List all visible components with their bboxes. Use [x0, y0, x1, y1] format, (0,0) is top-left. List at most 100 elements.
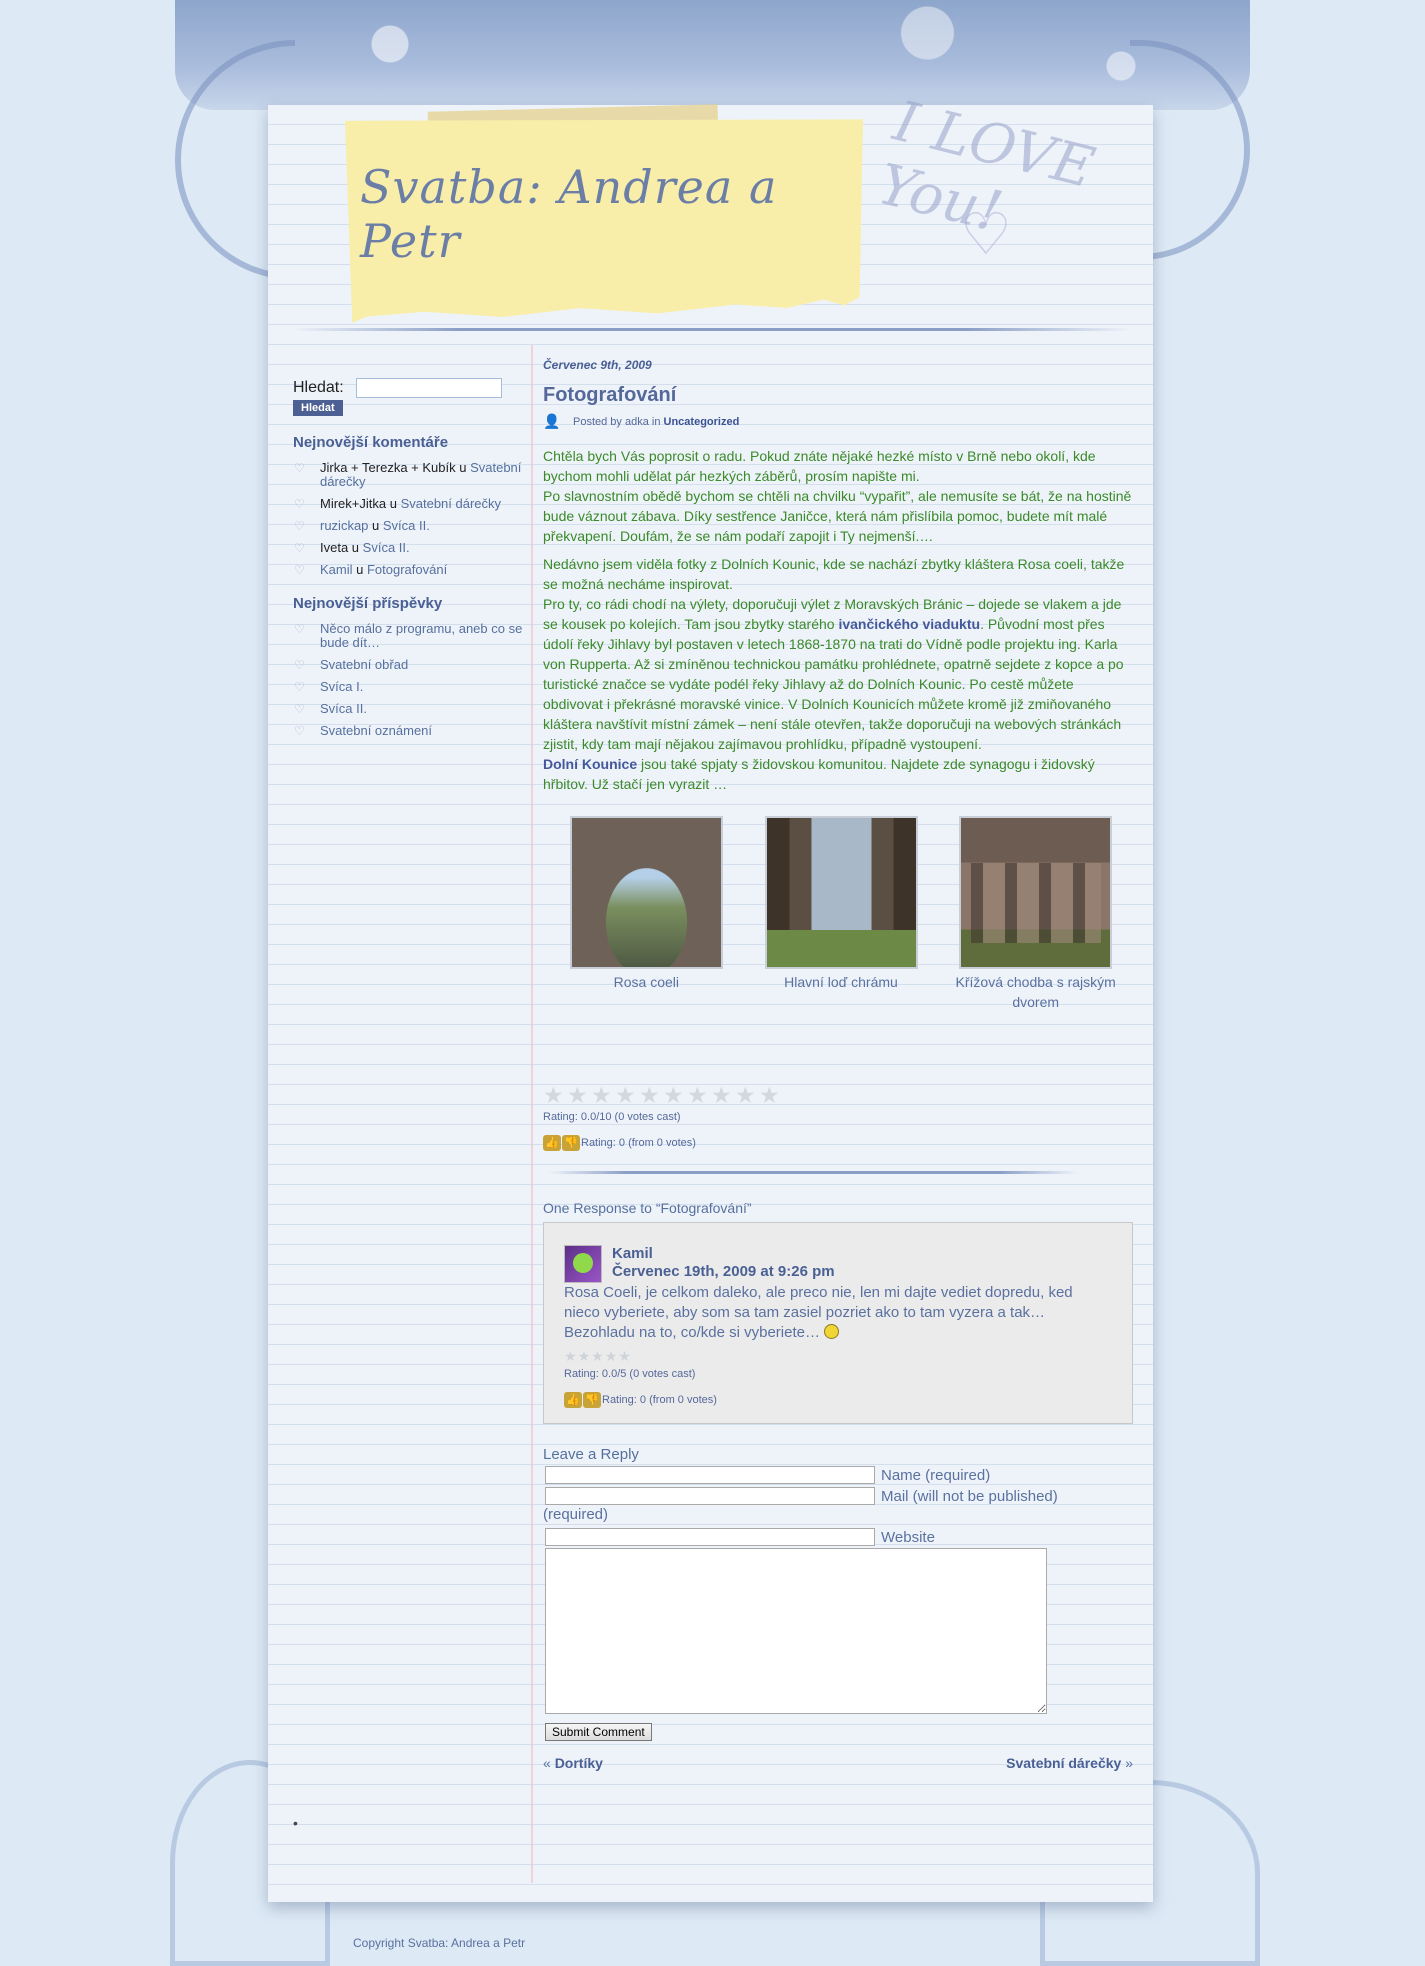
comment-date[interactable]: Červenec 19th, 2009 at 9:26 pm [612, 1263, 835, 1281]
star-icon[interactable]: ★ [663, 1084, 686, 1107]
heart-bullet-icon: ♡ [294, 541, 305, 555]
post-text: Po slavnostním obědě bychom se chtěli na… [543, 488, 1132, 544]
post-date: Červenec 9th, 2009 [543, 358, 652, 372]
recent-comments-list: ♡ Jirka + Terezka + Kubík u Svatební dáre… [293, 461, 523, 578]
comment-post-link[interactable]: Svíca II. [363, 540, 410, 555]
comment-author[interactable]: Kamil [612, 1245, 835, 1263]
thumbs-down-icon[interactable]: 👎 [583, 1392, 601, 1408]
mail-field[interactable] [545, 1487, 875, 1505]
search-input[interactable] [355, 378, 502, 398]
star-icon[interactable]: ★ [591, 1349, 604, 1363]
reply-heading: Leave a Reply [543, 1446, 639, 1463]
separator: u [368, 518, 383, 533]
heart-bullet-icon: ♡ [294, 622, 305, 636]
gallery-photo-nave[interactable] [764, 816, 918, 969]
comment-star-rating: ★ ★ ★ ★ ★ [564, 1349, 1112, 1363]
thumbs-up-icon[interactable]: 👍 [543, 1135, 561, 1151]
next-post: Svatební dárečky » [1006, 1755, 1133, 1771]
post-title[interactable]: Fotografování [543, 384, 1133, 407]
comment-thumbs-text: Rating: 0 (from 0 votes) [602, 1394, 717, 1406]
thumbs-down-icon[interactable]: 👎 [562, 1135, 580, 1151]
gallery-caption: Křížová chodba s rajským dvorem [955, 974, 1116, 1010]
comment-textarea[interactable] [545, 1548, 1047, 1714]
thumbs-rating-text: Rating: 0 (from 0 votes) [581, 1137, 696, 1149]
heart-bullet-icon: ♡ [294, 519, 305, 533]
post-body: Chtěla bych Vás poprosit o radu. Pokud z… [543, 446, 1133, 794]
comment-thumb-rating: 👍 👎 Rating: 0 (from 0 votes) [564, 1392, 1112, 1408]
comment-author: Jirka + Terezka + Kubík [320, 460, 456, 475]
search-button[interactable]: Hledat [293, 400, 343, 416]
recent-comments-heading: Nejnovější komentáře [293, 434, 449, 451]
list-item: ♡ Něco málo z programu, aneb co se bude d… [293, 622, 523, 650]
star-icon[interactable]: ★ [687, 1084, 710, 1107]
star-icon[interactable]: ★ [567, 1084, 590, 1107]
recent-post-link[interactable]: Svatební oznámení [320, 723, 432, 738]
heart-bullet-icon: ♡ [294, 563, 305, 577]
heart-bullet-icon: ♡ [294, 461, 305, 475]
star-icon[interactable]: ★ [639, 1084, 662, 1107]
recent-post-link[interactable]: Svíca I. [320, 679, 363, 694]
heart-bullet-icon: ♡ [294, 658, 305, 672]
prev-arrow: « [543, 1755, 551, 1771]
stray-dot: • [293, 1815, 298, 1831]
comment-author: Iveta [320, 540, 349, 555]
separator: u [352, 562, 367, 577]
recent-post-link[interactable]: Svíca II. [320, 701, 367, 716]
gallery-photo-cloister[interactable] [959, 816, 1113, 969]
star-icon[interactable]: ★ [618, 1349, 631, 1363]
thumb-rating: 👍 👎 Rating: 0 (from 0 votes) [543, 1135, 1133, 1151]
star-icon[interactable]: ★ [605, 1349, 618, 1363]
star-icon[interactable]: ★ [591, 1084, 614, 1107]
post-navigation: « Dortíky Svatební dárečky » [543, 1755, 1133, 1771]
site-title[interactable]: Svatba: Andrea a Petr [360, 160, 860, 268]
star-icon[interactable]: ★ [543, 1084, 566, 1107]
header-decoration [175, 0, 1250, 110]
sidebar: Hledat: Hledat Nejnovější komentáře ♡ Jir… [293, 378, 523, 746]
prev-post-link[interactable]: Dortíky [555, 1755, 603, 1771]
mail-field-row: Mail (will not be published) [543, 1487, 1133, 1505]
comment-author: Mirek+Jitka [320, 496, 387, 511]
list-item: ♡ Svíca II. [293, 701, 523, 717]
separator: u [455, 460, 471, 475]
list-item: ♡ Iveta u Svíca II. [293, 540, 523, 556]
heart-bullet-icon: ♡ [294, 702, 305, 716]
gallery-item: Křížová chodba s rajským dvorem [938, 816, 1133, 1012]
star-icon[interactable]: ★ [759, 1084, 782, 1107]
recent-post-link[interactable]: Něco málo z programu, aneb co se bude dí… [320, 621, 522, 650]
header-divider [292, 328, 1132, 331]
dolni-kounice-link[interactable]: Dolní Kounice [543, 756, 637, 772]
list-item: ♡ Svatební oznámení [293, 723, 523, 739]
comment-author-link[interactable]: ruzickap [320, 518, 368, 533]
heart-bullet-icon: ♡ [294, 680, 305, 694]
star-icon[interactable]: ★ [564, 1349, 577, 1363]
list-item: ♡ Jirka + Terezka + Kubík u Svatební dáre… [293, 461, 523, 489]
responses-heading: One Response to “Fotografování” [543, 1200, 752, 1216]
comment-post-link[interactable]: Fotografování [367, 562, 447, 577]
thumbs-up-icon[interactable]: 👍 [564, 1392, 582, 1408]
category-link[interactable]: Uncategorized [664, 416, 740, 428]
user-icon: 👤 [543, 413, 561, 429]
comment-author-link[interactable]: Kamil [320, 562, 353, 577]
viaduct-link[interactable]: ivančického viaduktu [838, 616, 980, 632]
star-icon[interactable]: ★ [711, 1084, 734, 1107]
name-field[interactable] [545, 1466, 875, 1484]
website-label: Website [881, 1528, 935, 1546]
comment-post-link[interactable]: Svatební dárečky [401, 496, 501, 511]
submit-comment-button[interactable]: Submit Comment [545, 1723, 652, 1741]
website-field-row: Website [543, 1528, 1133, 1546]
star-icon[interactable]: ★ [735, 1084, 758, 1107]
website-field[interactable] [545, 1528, 875, 1546]
star-icon[interactable]: ★ [615, 1084, 638, 1107]
next-post-link[interactable]: Svatební dárečky [1006, 1755, 1121, 1771]
post-text: Nedávno jsem viděla fotky z Dolních Koun… [543, 556, 1125, 592]
next-arrow: » [1125, 1755, 1133, 1771]
gallery-photo-rosa-coeli[interactable] [569, 816, 723, 969]
recent-post-link[interactable]: Svatební obřad [320, 657, 408, 672]
comment: Kamil Červenec 19th, 2009 at 9:26 pm Ros… [543, 1222, 1133, 1424]
post-text: Chtěla bych Vás poprosit o radu. Pokud z… [543, 448, 1096, 484]
comment-post-link[interactable]: Svíca II. [383, 518, 430, 533]
list-item: ♡ Mirek+Jitka u Svatební dárečky [293, 496, 523, 512]
star-icon[interactable]: ★ [578, 1349, 591, 1363]
gallery-item: Hlavní loď chrámu [744, 816, 939, 1012]
smiley-icon [824, 1324, 840, 1339]
